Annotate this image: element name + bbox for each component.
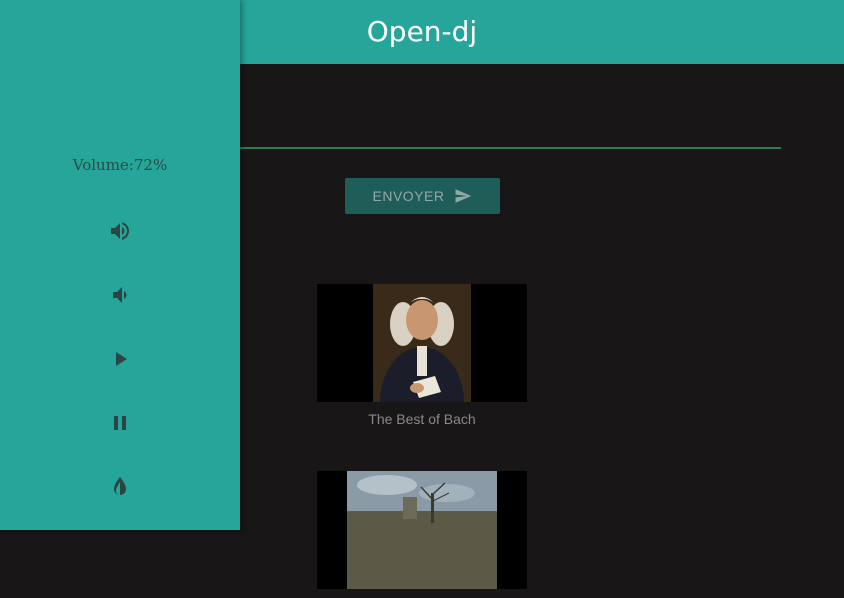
pause-icon: [114, 416, 126, 430]
volume-label: Volume:72%: [72, 156, 168, 174]
main-content: ENVOYER The Best of Bach: [240, 64, 844, 589]
video-title[interactable]: The Best of Bach: [317, 411, 527, 427]
video-thumbnail[interactable]: [317, 471, 527, 589]
video-card[interactable]: [317, 471, 527, 598]
send-icon: [455, 189, 472, 203]
search-input-underline[interactable]: [240, 147, 781, 149]
landscape-painting-image: [317, 471, 527, 589]
volume-up-icon: [111, 222, 129, 240]
theme-toggle-button[interactable]: [104, 471, 136, 503]
bach-portrait-image: [317, 284, 527, 402]
volume-up-button[interactable]: [104, 215, 136, 247]
pause-button[interactable]: [104, 407, 136, 439]
contrast-icon: [114, 477, 126, 495]
volume-down-button[interactable]: [104, 279, 136, 311]
play-button[interactable]: [104, 343, 136, 375]
volume-down-icon: [113, 287, 127, 303]
video-card[interactable]: The Best of Bach: [317, 284, 527, 427]
play-icon: [116, 352, 127, 366]
send-button-label: ENVOYER: [372, 188, 445, 204]
control-sidebar: Volume:72%: [0, 0, 240, 530]
send-button[interactable]: ENVOYER: [345, 178, 500, 214]
video-thumbnail[interactable]: [317, 284, 527, 402]
